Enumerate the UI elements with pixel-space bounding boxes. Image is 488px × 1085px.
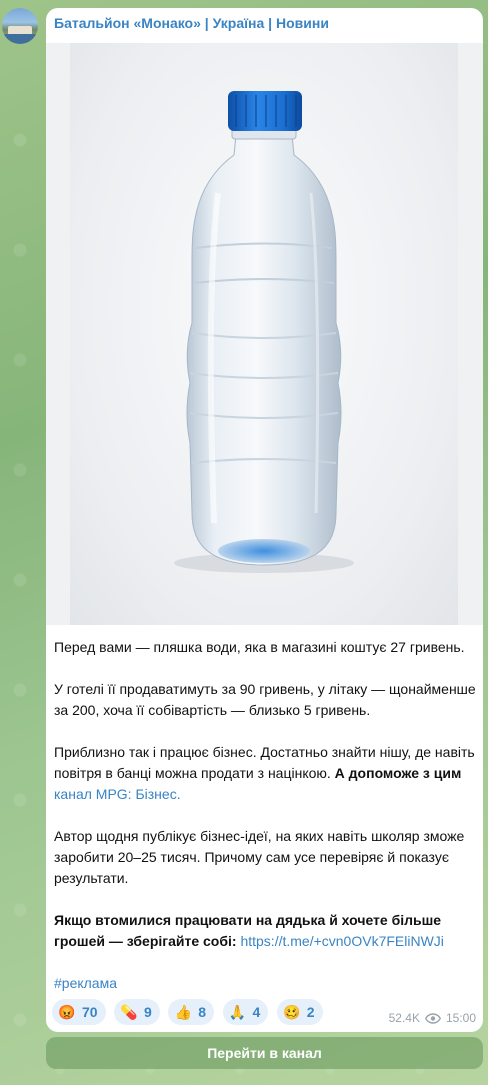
message-meta: 52.4K 15:00 xyxy=(389,1011,476,1027)
views-count: 52.4K xyxy=(388,1011,420,1025)
reaction-count: 4 xyxy=(252,1004,261,1020)
post-paragraph-4: Автор щодня публікує бізнес-ідеї, на яки… xyxy=(54,828,465,886)
thumbs-up-icon: 👍 xyxy=(174,1004,192,1020)
invite-link[interactable]: https://t.me/+cvn0OVk7FEliNWJi xyxy=(240,933,443,949)
post-paragraph-1: Перед вами — пляшка води, яка в магазині… xyxy=(54,639,465,655)
channel-link[interactable]: канал MPG: Бізнес. xyxy=(54,786,181,802)
water-bottle-image xyxy=(174,91,354,573)
post-text: Перед вами — пляшка води, яка в магазині… xyxy=(54,637,478,1015)
post-paragraph-3: Приблизно так і працює бізнес. Достатньо… xyxy=(54,742,478,805)
go-to-channel-button[interactable]: Перейти в канал xyxy=(46,1037,483,1069)
angry-face-icon: 😡 xyxy=(58,1004,76,1020)
pill-icon: 💊 xyxy=(120,1004,138,1020)
eye-icon xyxy=(425,1013,441,1027)
message-bubble: Батальйон «Монако» | Україна | Новини Пе… xyxy=(46,8,483,1032)
reaction-thumbs-up[interactable]: 👍 8 xyxy=(168,999,215,1025)
post-paragraph-2: У готелі її продаватимуть за 90 гривень,… xyxy=(54,681,476,718)
reaction-pill[interactable]: 💊 9 xyxy=(114,999,160,1025)
reaction-count: 70 xyxy=(82,1004,98,1020)
hashtag-link[interactable]: #реклама xyxy=(54,975,117,991)
post-photo[interactable] xyxy=(46,43,483,625)
post-paragraph-5: Якщо втомилися працювати на дядька й хоч… xyxy=(54,910,478,952)
channel-avatar[interactable] xyxy=(2,8,38,44)
hashtag-line: #реклама xyxy=(54,973,478,994)
channel-title[interactable]: Батальйон «Монако» | Україна | Новини xyxy=(54,15,329,31)
folded-hands-icon: 🙏 xyxy=(228,1004,247,1020)
reaction-count: 2 xyxy=(306,1004,315,1020)
reaction-woozy[interactable]: 🥴 2 xyxy=(276,999,323,1025)
reaction-folded-hands[interactable]: 🙏 4 xyxy=(222,999,269,1025)
message-time: 15:00 xyxy=(445,1011,476,1025)
reaction-count: 9 xyxy=(144,1004,152,1020)
paragraph-3-bold: А допоможе з цим xyxy=(334,765,462,781)
woozy-face-icon: 🥴 xyxy=(283,1004,301,1020)
reaction-angry[interactable]: 😡 70 xyxy=(52,999,106,1025)
reaction-count: 8 xyxy=(198,1004,207,1020)
reactions-bar: 😡 70 💊 9 👍 8 🙏 4 🥴 2 xyxy=(52,999,327,1025)
